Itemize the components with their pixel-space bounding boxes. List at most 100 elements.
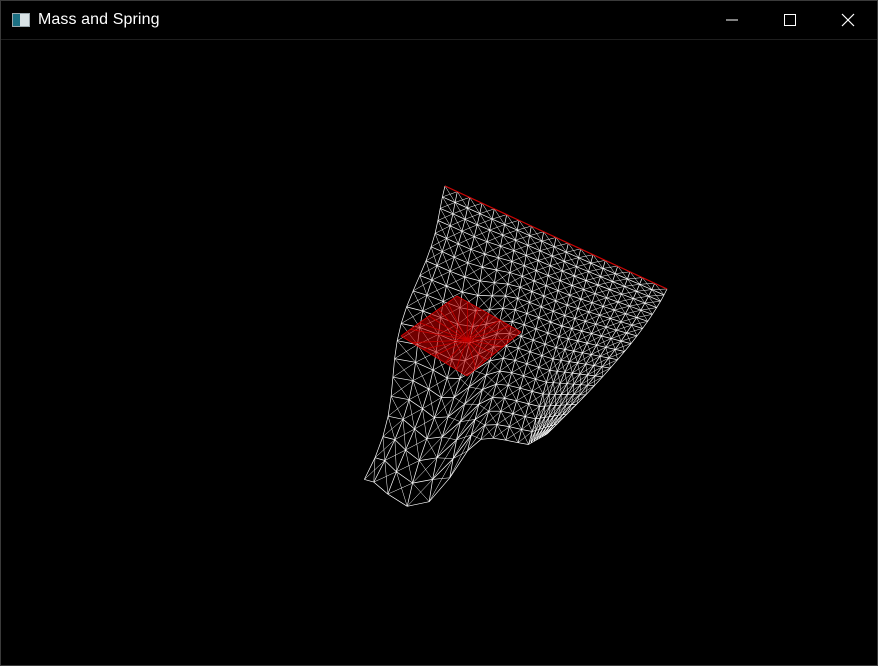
spring	[500, 245, 514, 251]
spring	[446, 225, 451, 239]
spring	[594, 366, 603, 377]
spring	[428, 370, 434, 390]
spring	[364, 479, 374, 483]
spring	[516, 220, 520, 231]
maximize-button[interactable]	[761, 1, 819, 39]
spring	[629, 305, 642, 311]
spring	[580, 293, 596, 300]
spring	[439, 196, 443, 209]
spring	[493, 437, 506, 441]
spring	[454, 249, 472, 258]
spring	[511, 255, 527, 262]
spring	[434, 417, 443, 437]
spring	[553, 237, 557, 247]
spring	[594, 376, 603, 386]
spring	[374, 457, 385, 461]
spring	[524, 317, 539, 326]
spring	[519, 286, 533, 292]
spring	[464, 207, 468, 220]
spring	[573, 383, 581, 386]
spring	[564, 349, 574, 352]
spring	[590, 260, 606, 264]
spring	[602, 260, 606, 269]
simulation-viewport[interactable]	[1, 40, 877, 665]
spring	[585, 271, 589, 281]
spring	[608, 357, 618, 361]
spring	[502, 229, 518, 236]
pinned-edge	[444, 185, 668, 290]
spring	[486, 230, 491, 242]
spring	[407, 479, 433, 507]
spring	[392, 362, 416, 378]
spring	[394, 419, 404, 440]
spring	[517, 287, 521, 299]
spring	[547, 325, 563, 334]
spring	[384, 460, 397, 472]
spring	[523, 255, 527, 266]
spring	[597, 276, 601, 286]
spring	[492, 214, 507, 220]
minimize-button[interactable]	[703, 1, 761, 39]
spring	[621, 286, 625, 295]
spring	[470, 249, 485, 255]
spring	[627, 271, 631, 280]
spring	[529, 291, 533, 303]
spring	[536, 265, 551, 271]
app-window: Mass and Spring	[0, 0, 878, 666]
spring	[552, 300, 556, 312]
spring	[549, 394, 556, 406]
spring	[561, 359, 570, 362]
spring	[532, 328, 537, 341]
spring	[573, 350, 583, 354]
spring	[476, 213, 481, 225]
spring	[497, 424, 510, 428]
spring	[531, 291, 544, 297]
spring	[382, 416, 389, 437]
title-bar[interactable]: Mass and Spring	[1, 1, 877, 40]
spring	[426, 285, 447, 296]
spring	[470, 241, 488, 250]
spring	[567, 384, 581, 395]
spring	[614, 305, 630, 311]
spring	[387, 396, 392, 417]
spring	[437, 220, 451, 227]
spring	[412, 275, 421, 292]
spring	[396, 471, 413, 484]
spring	[577, 298, 582, 309]
spring	[523, 313, 528, 325]
spring	[390, 377, 394, 397]
spring	[552, 358, 558, 372]
spring	[529, 343, 546, 353]
spring	[629, 298, 634, 307]
spring	[567, 298, 581, 306]
spring	[499, 370, 512, 374]
spring	[583, 289, 596, 295]
spring	[387, 493, 408, 507]
spring	[535, 317, 540, 329]
spring	[408, 399, 423, 409]
spring	[426, 294, 444, 302]
spring	[541, 300, 556, 308]
spring	[569, 285, 573, 296]
spring	[531, 285, 547, 292]
close-button[interactable]	[819, 1, 877, 39]
spring	[480, 437, 494, 440]
spring	[548, 382, 554, 395]
spring	[502, 224, 505, 236]
spring	[591, 333, 602, 337]
spring	[587, 375, 596, 386]
spring	[549, 256, 553, 266]
spring	[602, 265, 618, 269]
spring	[544, 394, 550, 407]
spring	[479, 280, 493, 297]
spring	[479, 208, 495, 214]
spring	[412, 290, 424, 312]
spring	[524, 260, 539, 266]
spring	[644, 300, 661, 304]
spring	[392, 377, 410, 400]
spring	[591, 297, 607, 303]
spring	[394, 358, 414, 381]
spring	[502, 308, 513, 322]
spring	[601, 335, 612, 339]
maximize-icon	[784, 14, 796, 26]
